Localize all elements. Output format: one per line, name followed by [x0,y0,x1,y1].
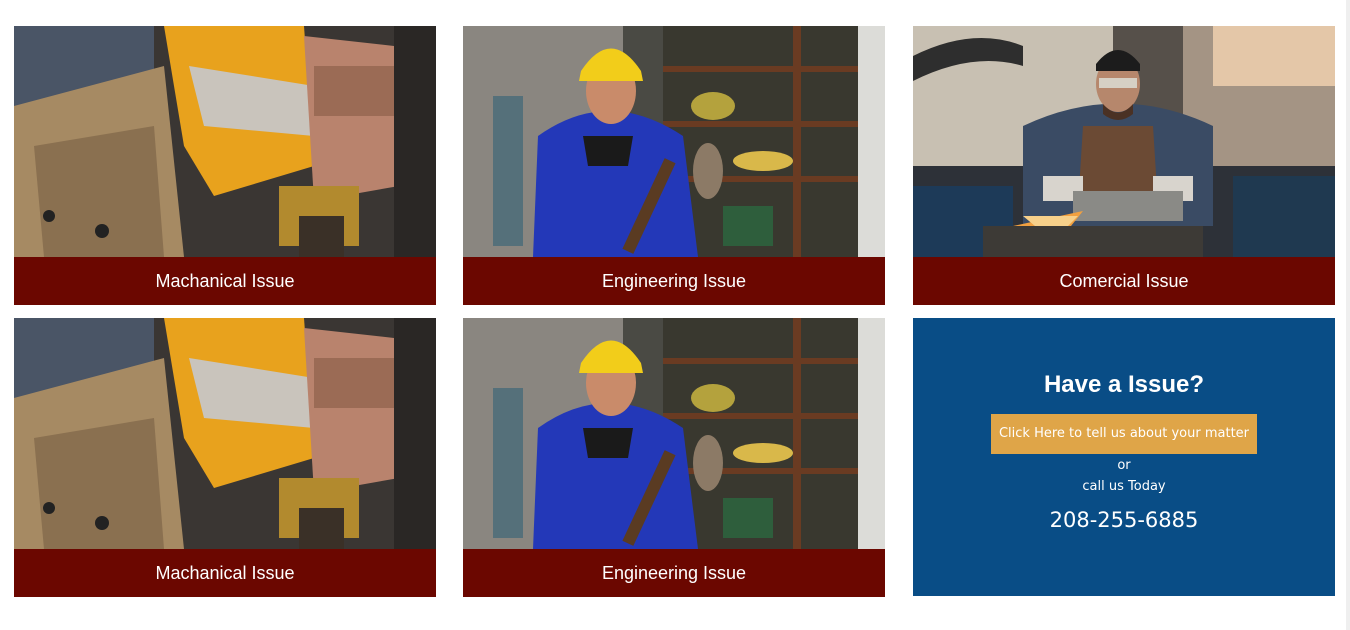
service-card-mechanical-2[interactable]: Machanical Issue [14,318,436,597]
gloved-hands-drill-photo [14,318,436,549]
worker-hard-hat-hammer-photo [463,318,885,549]
cta-or-text: or [1117,458,1131,473]
worker-hard-hat-hammer-photo [463,26,885,257]
service-card-commercial[interactable]: Comercial Issue [913,26,1335,305]
welder-grinding-sparks-photo [913,26,1335,257]
card-caption: Engineering Issue [463,257,885,305]
cta-heading: Have a Issue? [1043,371,1205,398]
services-grid-page: Machanical Issue Engineering Issue Comer… [0,0,1350,630]
card-caption: Comercial Issue [913,257,1335,305]
cta-call-text: call us Today [1082,479,1166,494]
issue-cta-box: Have a Issue? Click Here to tell us abou… [913,318,1335,596]
phone-link[interactable]: 208-255-6885 [913,506,1335,534]
tell-us-button[interactable]: Click Here to tell us about your matter [991,414,1257,454]
page-scroll-edge [1346,0,1350,630]
card-caption: Machanical Issue [14,257,436,305]
card-caption: Machanical Issue [14,549,436,597]
service-card-engineering-2[interactable]: Engineering Issue [463,318,885,597]
gloved-hands-drill-photo [14,26,436,257]
card-caption: Engineering Issue [463,549,885,597]
service-card-mechanical[interactable]: Machanical Issue [14,26,436,305]
service-card-engineering[interactable]: Engineering Issue [463,26,885,305]
